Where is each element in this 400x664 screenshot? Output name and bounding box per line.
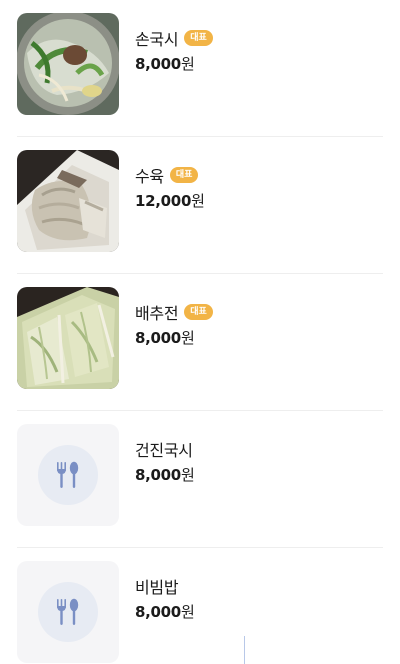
menu-item-photo-placeholder: [17, 424, 119, 526]
price-amount: 8,000: [135, 466, 181, 484]
utensils-icon: [57, 598, 79, 625]
placeholder-circle: [38, 582, 98, 642]
price-currency: 원: [180, 329, 195, 347]
menu-item-price: 12,000원: [135, 190, 205, 211]
price-amount: 8,000: [135, 55, 181, 73]
menu-item-info: 수육 대표 12,000원: [135, 163, 205, 211]
menu-item-info: 손국시 대표 8,000원: [135, 26, 213, 74]
menu-item-info: 건진국시 8,000원: [135, 437, 195, 485]
menu-item[interactable]: 건진국시 8,000원: [0, 411, 400, 548]
menu-item-price: 8,000원: [135, 53, 213, 74]
signature-badge: 대표: [169, 167, 199, 183]
menu-item-name: 손국시: [135, 30, 179, 49]
menu-item[interactable]: 비빔밥 8,000원: [0, 548, 400, 664]
utensils-icon: [57, 461, 79, 488]
price-amount: 8,000: [135, 603, 181, 621]
menu-item-info: 비빔밥 8,000원: [135, 574, 195, 622]
menu-item-price: 8,000원: [135, 327, 213, 348]
boiled-pork-photo: [17, 150, 119, 252]
price-currency: 원: [180, 466, 195, 484]
signature-badge: 대표: [184, 304, 213, 320]
price-currency: 원: [191, 192, 205, 210]
noodle-soup-photo: [17, 13, 119, 115]
menu-item-price: 8,000원: [135, 464, 195, 485]
signature-badge: 대표: [184, 30, 213, 46]
placeholder-circle: [38, 445, 98, 505]
scroll-indicator[interactable]: [244, 636, 245, 664]
cabbage-pancake-photo: [17, 287, 119, 389]
menu-item[interactable]: 손국시 대표 8,000원: [0, 0, 400, 137]
menu-item-photo-placeholder: [17, 561, 119, 663]
menu-item-price: 8,000원: [135, 601, 195, 622]
price-amount: 8,000: [135, 329, 181, 347]
menu-item-name: 수육: [135, 167, 164, 186]
menu-item-photo: [17, 13, 119, 115]
menu-item-name: 건진국시: [135, 441, 193, 460]
menu-item-photo: [17, 150, 119, 252]
menu-item-name: 배추전: [135, 304, 179, 323]
menu-item[interactable]: 배추전 대표 8,000원: [0, 274, 400, 411]
menu-item-name: 비빔밥: [135, 578, 179, 597]
menu-item-photo: [17, 287, 119, 389]
price-currency: 원: [180, 603, 195, 621]
price-currency: 원: [180, 55, 195, 73]
menu-item[interactable]: 수육 대표 12,000원: [0, 137, 400, 274]
price-amount: 12,000: [135, 192, 192, 210]
menu-item-info: 배추전 대표 8,000원: [135, 300, 213, 348]
